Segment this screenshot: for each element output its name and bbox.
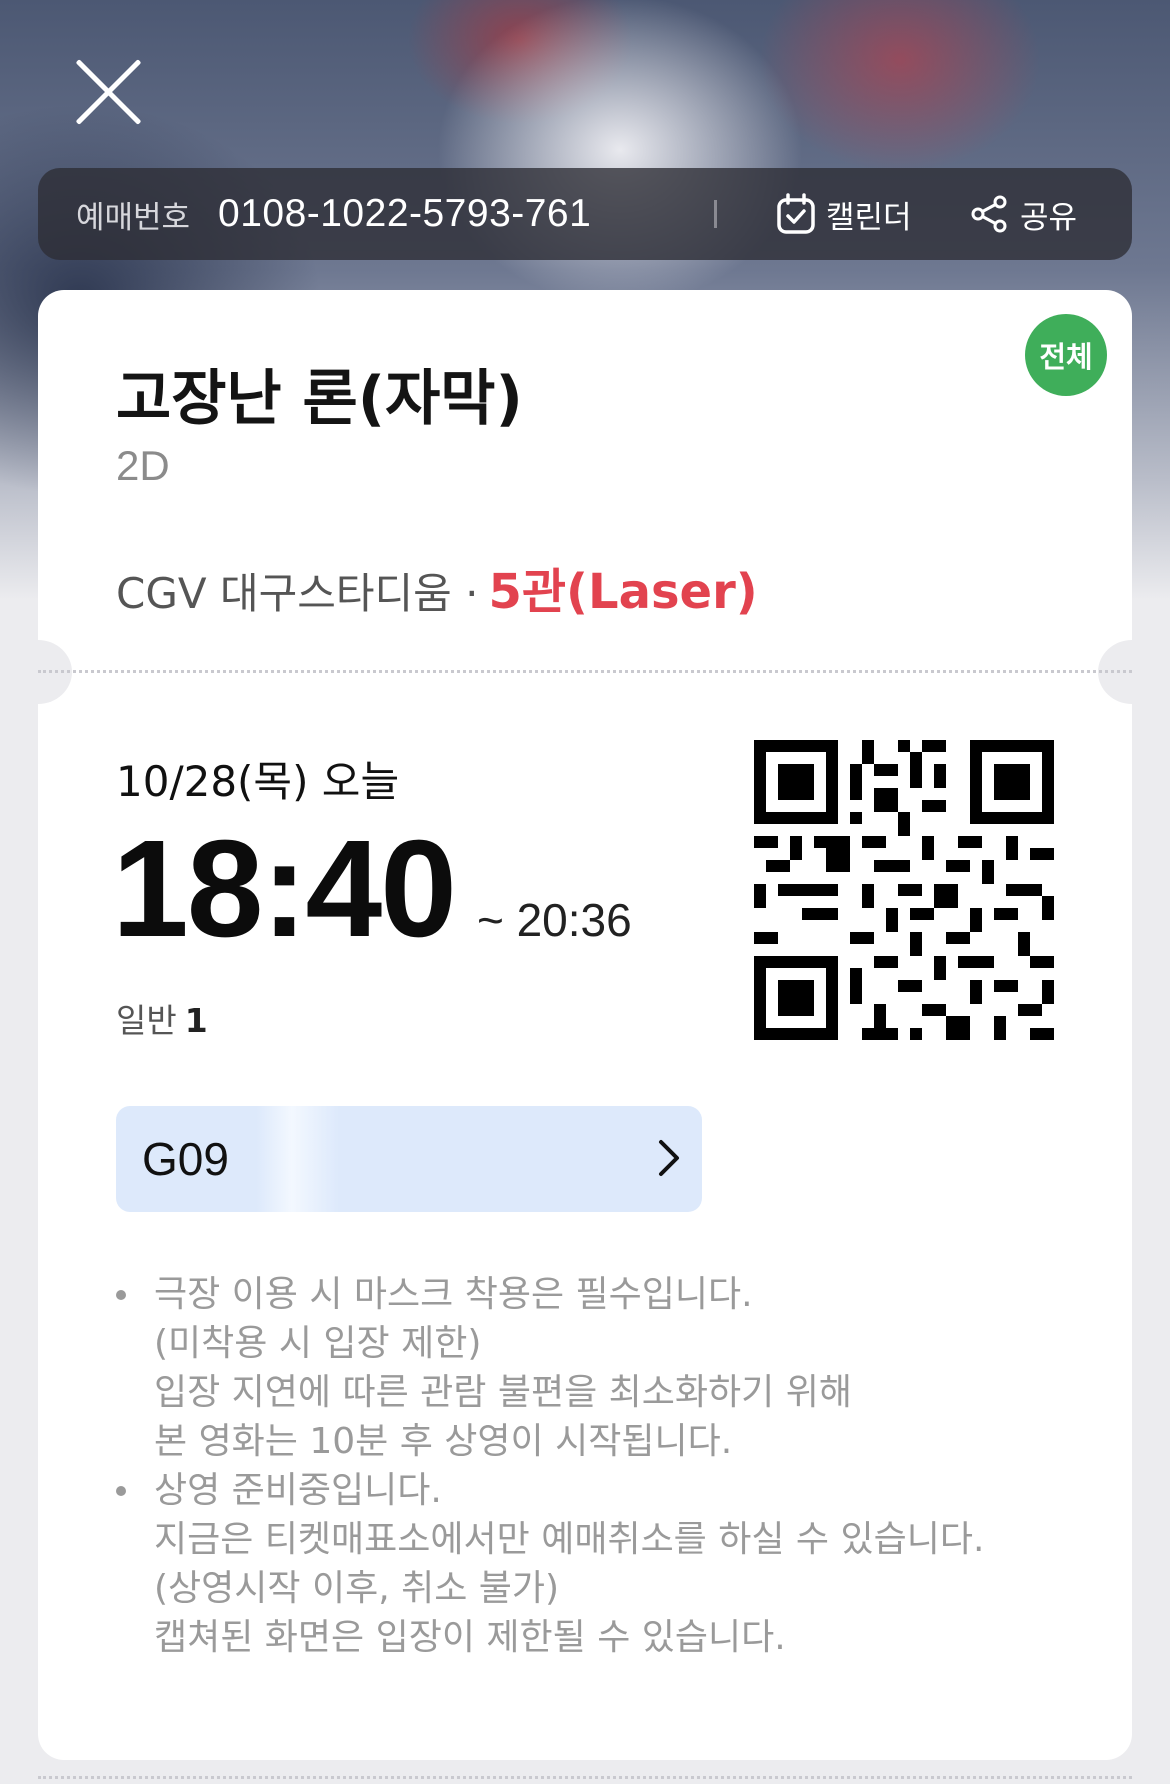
notice-item: 극장 이용 시 마스크 착용은 필수입니다. (미착용 시 입장 제한) 입장 …: [116, 1270, 1076, 1466]
share-icon: [971, 195, 1007, 233]
booking-bar: 예매번호 0108-1022-5793-761 캘린더 공유: [38, 168, 1132, 260]
show-time: 18:40 ~ 20:36: [112, 810, 632, 969]
movie-format: 2D: [116, 442, 170, 489]
theater-info: CGV 대구스타디움 · 5관(Laser): [116, 552, 758, 622]
notice-list: 극장 이용 시 마스크 착용은 필수입니다. (미착용 시 입장 제한) 입장 …: [116, 1270, 1076, 1662]
theater-name: CGV 대구스타디움 ·: [116, 569, 479, 618]
chevron-right-icon: [659, 1140, 679, 1176]
ticket-bottom-perforation: [38, 1776, 1132, 1779]
booking-number: 0108-1022-5793-761: [218, 192, 592, 235]
end-time: ~ 20:36: [476, 894, 632, 946]
notice-line: (미착용 시 입장 제한): [154, 1323, 482, 1364]
calendar-button[interactable]: 캘린더: [776, 192, 912, 237]
share-label: 공유: [1020, 199, 1078, 236]
notice-item: 상영 준비중입니다. 지금은 티켓매표소에서만 예매취소를 하실 수 있습니다.…: [116, 1466, 1076, 1662]
movie-title: 고장난 론(자막): [116, 364, 523, 434]
age-rating-badge: 전체: [1025, 314, 1107, 396]
notice-line: (상영시작 이후, 취소 불가): [154, 1568, 560, 1609]
notice-line: 캡쳐된 화면은 입장이 제한될 수 있습니다.: [154, 1617, 786, 1658]
close-button[interactable]: [66, 52, 146, 132]
ticket-count: 일반 1: [116, 994, 208, 1042]
start-time: 18:40: [112, 812, 457, 966]
notice-line: 입장 지연에 따른 관람 불편을 최소화하기 위해: [154, 1372, 852, 1413]
seat-button[interactable]: G09: [116, 1106, 702, 1212]
divider: [714, 200, 717, 228]
notice-line: 지금은 티켓매표소에서만 예매취소를 하실 수 있습니다.: [154, 1519, 985, 1560]
ticket-quantity: 1: [184, 1001, 208, 1040]
seat-number: G09: [142, 1133, 229, 1185]
notice-line: 극장 이용 시 마스크 착용은 필수입니다.: [154, 1274, 753, 1315]
qr-code: [754, 740, 1054, 1040]
calendar-label: 캘린더: [826, 199, 912, 236]
show-date: 10/28(목) 오늘: [116, 757, 400, 806]
calendar-icon: [777, 193, 815, 234]
screen-name: 5관(Laser): [488, 564, 758, 620]
ticket-perforation: [38, 670, 1132, 673]
notice-line: 본 영화는 10분 후 상영이 시작됩니다.: [154, 1421, 733, 1462]
share-button[interactable]: 공유: [970, 192, 1077, 237]
booking-number-label: 예매번호: [76, 199, 191, 236]
ticket-type: 일반: [116, 1001, 177, 1040]
notice-line: 상영 준비중입니다.: [154, 1470, 442, 1511]
